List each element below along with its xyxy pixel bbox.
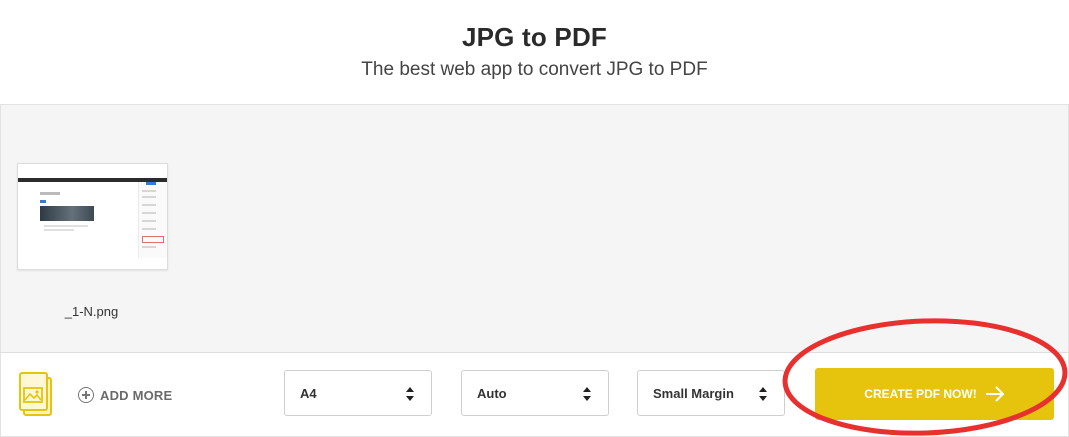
sort-arrows-icon	[759, 387, 767, 401]
image-file-stack-icon[interactable]	[17, 369, 55, 419]
file-name: _1-N.png	[64, 304, 119, 319]
page-size-select[interactable]: A4	[284, 370, 432, 416]
create-pdf-button[interactable]: CREATE PDF NOW!	[815, 368, 1054, 420]
arrow-right-icon	[985, 386, 1005, 402]
page-size-value: A4	[300, 385, 317, 401]
page-header: JPG to PDF The best web app to convert J…	[0, 0, 1069, 104]
margin-value: Small Margin	[653, 385, 734, 401]
orientation-select[interactable]: Auto	[461, 370, 609, 416]
sort-arrows-icon	[583, 387, 591, 401]
plus-circle-icon	[78, 387, 94, 403]
add-more-button[interactable]: ADD MORE	[78, 385, 172, 405]
page-title: JPG to PDF	[461, 22, 607, 52]
options-toolbar: ADD MORE A4 Auto Small Margin CREATE PDF…	[0, 352, 1069, 437]
add-more-label: ADD MORE	[100, 387, 173, 403]
create-pdf-label: CREATE PDF NOW!	[864, 387, 977, 401]
sort-arrows-icon	[406, 387, 414, 401]
file-thumbnail[interactable]	[17, 163, 168, 270]
margin-select[interactable]: Small Margin	[637, 370, 785, 416]
page-subtitle: The best web app to convert JPG to PDF	[361, 59, 708, 80]
file-workspace: _1-N.png	[0, 104, 1069, 353]
orientation-value: Auto	[477, 385, 507, 401]
